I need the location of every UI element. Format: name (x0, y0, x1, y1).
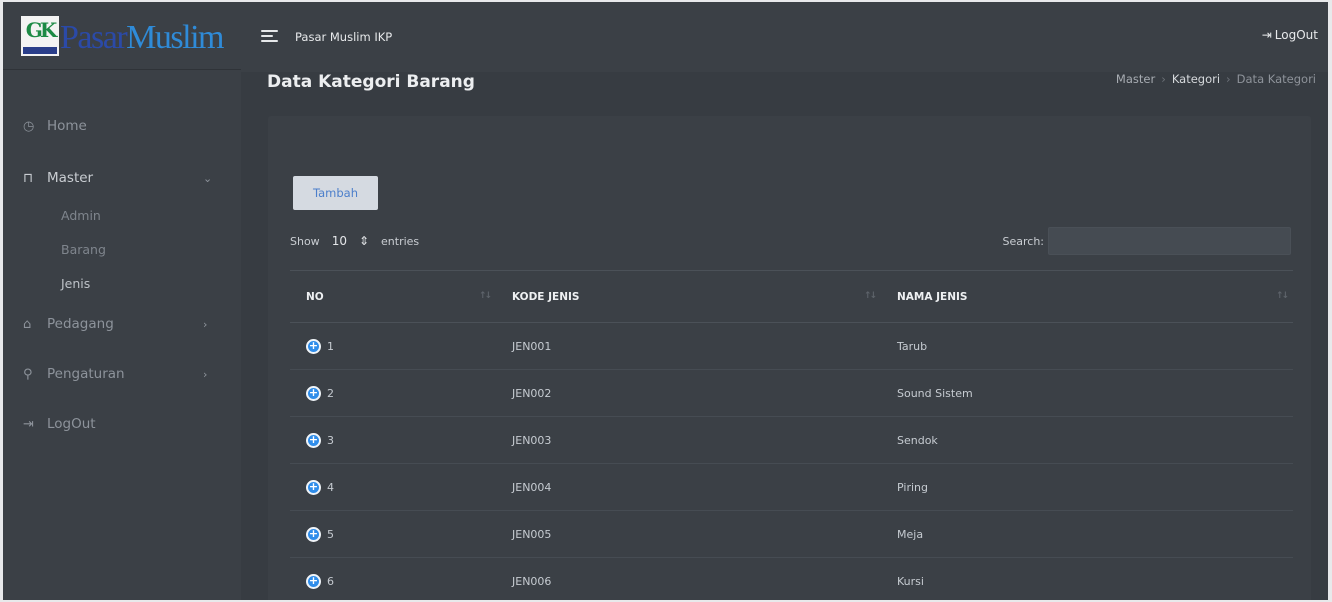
search-label: Search: (1002, 234, 1045, 248)
cell-no: +6 (290, 557, 496, 600)
logout-icon: ⇥ (1261, 28, 1272, 42)
cell-nama: Tarub (881, 322, 1293, 370)
table-header-row: NO ↑↓ KODE JENIS ↑↓ NAMA JENIS ↑↓ (290, 270, 1293, 323)
cell-no: +2 (290, 369, 496, 417)
table-row: +4 JEN004 Piring (290, 463, 1293, 511)
add-button[interactable]: Tambah (293, 176, 378, 210)
table-row: +3 JEN003 Sendok (290, 416, 1293, 464)
sidebar: GK PasarMuslim ◷ Home ⊓ Master ⌄ Admin B… (3, 2, 241, 600)
sort-icon: ↑↓ (1275, 291, 1289, 301)
logout-label: LogOut (1274, 28, 1318, 42)
breadcrumb-kategori[interactable]: Kategori (1172, 72, 1220, 86)
sidebar-item-pedagang[interactable]: ⌂ Pedagang › (3, 300, 241, 348)
sort-icon: ↑↓ (863, 291, 877, 301)
sidebar-item-master[interactable]: ⊓ Master ⌄ (3, 152, 241, 204)
logout-icon: ⇥ (23, 416, 34, 432)
column-header-no[interactable]: NO ↑↓ (290, 270, 496, 323)
cell-nama: Piring (881, 463, 1293, 511)
cell-kode: JEN006 (496, 557, 881, 600)
expand-row-icon[interactable]: + (306, 573, 321, 589)
breadcrumb-master[interactable]: Master (1116, 72, 1155, 86)
entries-value: 10 (331, 234, 347, 248)
cell-kode: JEN002 (496, 369, 881, 417)
column-header-nama-jenis[interactable]: NAMA JENIS ↑↓ (881, 270, 1293, 323)
emblem-text: GK (25, 17, 58, 42)
breadcrumb-data-kategori: Data Kategori (1236, 72, 1316, 86)
sidebar-item-pengaturan[interactable]: ⚲ Pengaturan › (3, 348, 241, 400)
table-row: +1 JEN001 Tarub (290, 322, 1293, 370)
sidebar-item-label: Pedagang (47, 316, 114, 332)
cell-nama: Meja (881, 510, 1293, 558)
cell-nama: Kursi (881, 557, 1293, 600)
cell-no: +5 (290, 510, 496, 558)
sidebar-subitem-label: Barang (61, 241, 106, 257)
table-row: +5 JEN005 Meja (290, 510, 1293, 558)
app-window: GK PasarMuslim ◷ Home ⊓ Master ⌄ Admin B… (3, 2, 1328, 600)
cell-kode: JEN004 (496, 463, 881, 511)
chevron-down-icon: ⌄ (203, 171, 213, 185)
expand-row-icon[interactable]: + (306, 526, 321, 542)
trader-icon: ⌂ (23, 316, 32, 332)
cell-kode: JEN005 (496, 510, 881, 558)
sidebar-item-label: LogOut (47, 416, 96, 432)
page-title: Data Kategori Barang (267, 72, 475, 92)
sidebar-item-logout[interactable]: ⇥ LogOut (3, 400, 241, 448)
brand-text: PasarMuslim (60, 18, 224, 56)
menu-toggle-icon[interactable] (261, 30, 278, 42)
cell-nama: Sound Sistem (881, 369, 1293, 417)
column-header-kode-jenis[interactable]: KODE JENIS ↑↓ (496, 270, 881, 323)
length-label-entries: entries (381, 234, 420, 248)
sidebar-subitem-label: Admin (61, 207, 101, 223)
settings-icon: ⚲ (23, 366, 33, 382)
sidebar-nav: ◷ Home ⊓ Master ⌄ Admin Barang Jenis ⌂ P… (3, 70, 241, 448)
cell-nama: Sendok (881, 416, 1293, 464)
search-control: Search: (1002, 227, 1291, 255)
breadcrumb: Master › Kategori › Data Kategori (1116, 72, 1316, 86)
sidebar-subitem-jenis[interactable]: Jenis (3, 266, 241, 300)
content-card: Tambah Show 10 ⇕ entries Search: NO ↑↓ K… (268, 116, 1311, 600)
length-label-show: Show (290, 234, 320, 248)
table-row: +2 JEN002 Sound Sistem (290, 369, 1293, 417)
gk-emblem-icon: GK (21, 15, 60, 56)
breadcrumb-separator: › (1161, 72, 1166, 86)
sort-icon: ↑↓ (478, 291, 492, 301)
sidebar-subitem-barang[interactable]: Barang (3, 232, 241, 266)
expand-row-icon[interactable]: + (306, 479, 321, 495)
topbar: Pasar Muslim IKP ⇥ LogOut (241, 2, 1328, 72)
sidebar-item-label: Home (47, 118, 87, 134)
cell-no: +3 (290, 416, 496, 464)
dashboard-icon: ◷ (23, 118, 35, 134)
expand-row-icon[interactable]: + (306, 432, 321, 448)
select-arrows-icon: ⇕ (358, 234, 370, 248)
data-table: NO ↑↓ KODE JENIS ↑↓ NAMA JENIS ↑↓ +1 JEN… (290, 270, 1293, 600)
cell-no: +1 (290, 322, 496, 370)
app-title: Pasar Muslim IKP (295, 30, 393, 44)
brand-text-pasar: Pasar (60, 18, 128, 56)
logo: GK PasarMuslim (21, 15, 224, 56)
sidebar-item-home[interactable]: ◷ Home (3, 100, 241, 152)
logout-button[interactable]: ⇥ LogOut (1262, 28, 1318, 42)
table-row: +6 JEN006 Kursi (290, 557, 1293, 600)
chevron-right-icon: › (203, 367, 208, 381)
expand-row-icon[interactable]: + (306, 338, 321, 354)
cell-kode: JEN001 (496, 322, 881, 370)
building-icon: ⊓ (23, 170, 34, 186)
length-control: Show 10 ⇕ entries (290, 234, 419, 248)
chevron-right-icon: › (203, 317, 208, 331)
sidebar-item-label: Master (47, 170, 94, 186)
brand-text-muslim: Muslim (126, 18, 224, 56)
breadcrumb-separator: › (1226, 72, 1231, 86)
cell-kode: JEN003 (496, 416, 881, 464)
cell-no: +4 (290, 463, 496, 511)
entries-select[interactable]: 10 ⇕ (328, 234, 373, 248)
sidebar-subitem-label: Jenis (61, 275, 91, 291)
search-input[interactable] (1048, 227, 1291, 255)
expand-row-icon[interactable]: + (306, 385, 321, 401)
emblem-strip (23, 46, 58, 54)
sidebar-item-label: Pengaturan (47, 366, 125, 382)
brand-logo[interactable]: GK PasarMuslim (3, 2, 241, 70)
